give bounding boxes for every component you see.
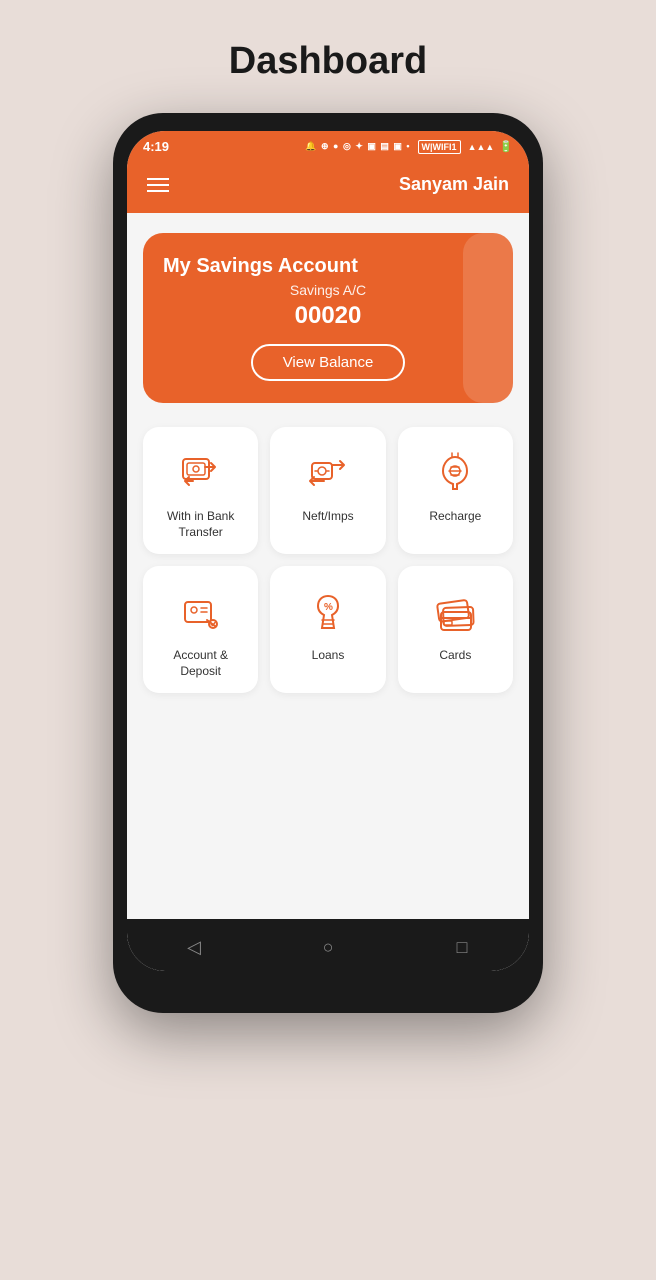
account-title: My Savings Account [163, 255, 493, 278]
hamburger-line-3 [147, 190, 169, 192]
app-header: Sanyam Jain [127, 162, 529, 213]
transfer-icon [175, 447, 227, 499]
status-icons: 🔔 ⊕ ● ◎ ✦ ▣ ▤ ▣ • W|WIFI1 ▲▲▲ 🔋 [305, 140, 513, 154]
status-bar: 4:19 🔔 ⊕ ● ◎ ✦ ▣ ▤ ▣ • W|WIFI1 ▲▲▲ 🔋 [127, 131, 529, 162]
menu-label-within-bank: With in Bank Transfer [153, 509, 248, 540]
menu-grid: With in Bank Transfer Ne [143, 427, 513, 693]
menu-item-recharge[interactable]: Recharge [398, 427, 513, 554]
menu-item-neft-imps[interactable]: Neft/Imps [270, 427, 385, 554]
recharge-icon [429, 447, 481, 499]
account-sub-label: Savings A/C [163, 282, 493, 298]
menu-label-recharge: Recharge [429, 509, 481, 525]
page-title: Dashboard [229, 40, 427, 83]
hamburger-line-2 [147, 184, 169, 186]
account-icon [175, 586, 227, 638]
wifi-label: W|WIFI1 [418, 140, 461, 154]
neft-icon [302, 447, 354, 499]
view-balance-button[interactable]: View Balance [251, 344, 406, 381]
signal-icons: ▲▲▲ [468, 142, 495, 152]
menu-label-account: Account & Deposit [153, 648, 248, 679]
cards-icon [429, 586, 481, 638]
notification-icons: 🔔 ⊕ ● ◎ ✦ ▣ ▤ ▣ • [305, 141, 410, 152]
hamburger-menu[interactable] [147, 178, 169, 192]
menu-item-account-deposit[interactable]: Account & Deposit [143, 566, 258, 693]
svg-text:%: % [324, 602, 333, 613]
account-number: 00020 [163, 302, 493, 330]
home-button[interactable]: ○ [314, 933, 342, 961]
menu-label-cards: Cards [439, 648, 471, 664]
content-area: My Savings Account Savings A/C 00020 Vie… [127, 213, 529, 919]
account-card[interactable]: My Savings Account Savings A/C 00020 Vie… [143, 233, 513, 403]
phone-frame: 4:19 🔔 ⊕ ● ◎ ✦ ▣ ▤ ▣ • W|WIFI1 ▲▲▲ 🔋 San… [113, 113, 543, 1013]
loans-icon: % [302, 586, 354, 638]
menu-label-neft: Neft/Imps [302, 509, 353, 525]
menu-label-loans: Loans [312, 648, 345, 664]
menu-item-loans[interactable]: % Loans [270, 566, 385, 693]
battery-icon: 🔋 [499, 140, 513, 153]
menu-item-cards[interactable]: Cards [398, 566, 513, 693]
recent-apps-button[interactable]: □ [448, 933, 476, 961]
status-time: 4:19 [143, 139, 169, 154]
user-name: Sanyam Jain [399, 174, 509, 195]
phone-screen: 4:19 🔔 ⊕ ● ◎ ✦ ▣ ▤ ▣ • W|WIFI1 ▲▲▲ 🔋 San… [127, 131, 529, 971]
bottom-nav: ◁ ○ □ [127, 919, 529, 971]
menu-item-within-bank-transfer[interactable]: With in Bank Transfer [143, 427, 258, 554]
back-button[interactable]: ◁ [180, 933, 208, 961]
hamburger-line-1 [147, 178, 169, 180]
